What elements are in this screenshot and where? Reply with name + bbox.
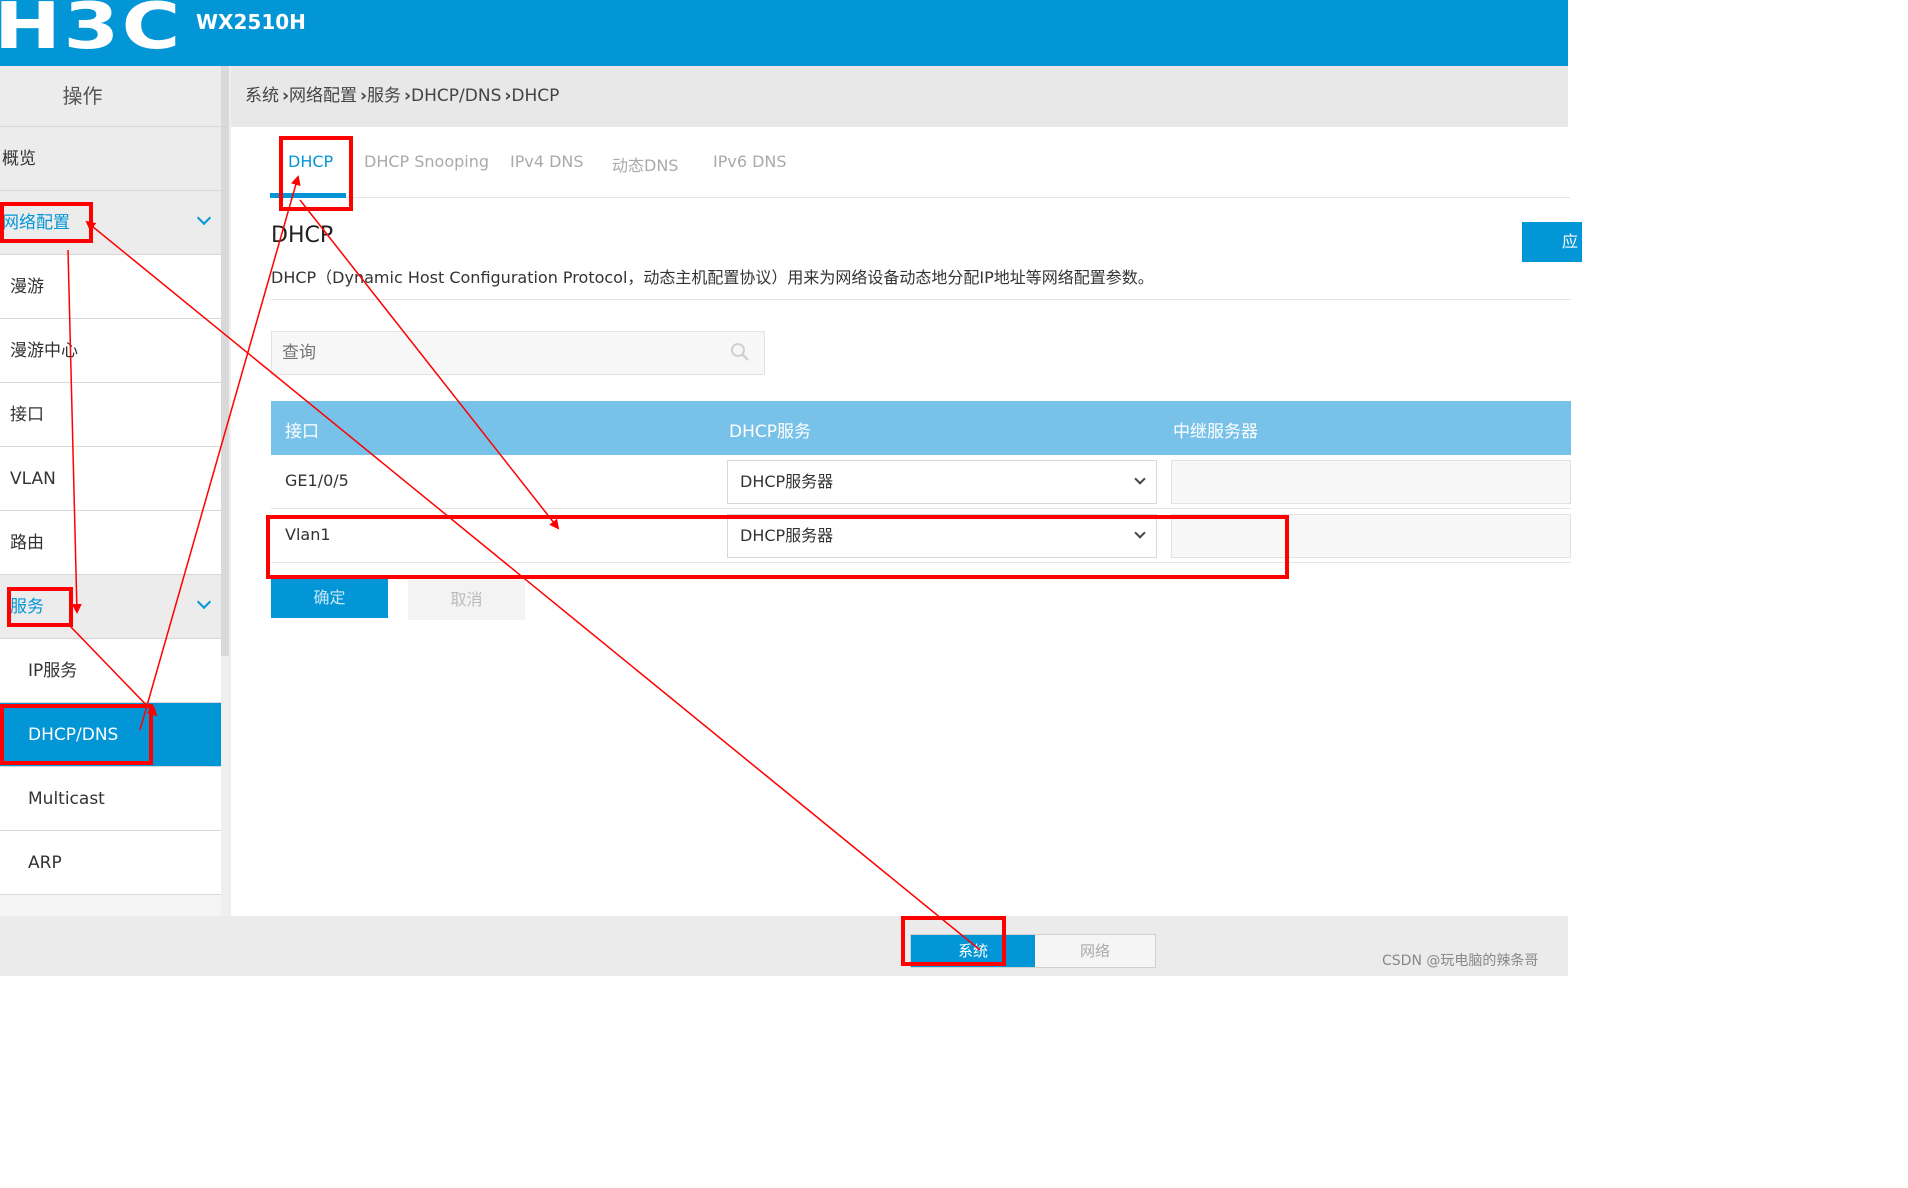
sidebar-item-dhcp-dns[interactable]: DHCP/DNS xyxy=(0,703,221,767)
sidebar-item-label: IP服务 xyxy=(28,661,78,681)
breadcrumb: 系统 ›网络配置 ›服务 ›DHCP/DNS ›DHCP xyxy=(231,66,1568,127)
tab-ipv6-dns[interactable]: IPv6 DNS xyxy=(713,152,787,171)
sidebar-item-label: 接口 xyxy=(10,405,44,425)
chevron-right-icon: › xyxy=(404,86,412,106)
column-header-dhcp-service: DHCP服务 xyxy=(729,422,811,442)
h3c-logo: H3C xyxy=(0,0,183,64)
relay-server-field xyxy=(1171,460,1571,504)
sidebar-item-vlan[interactable]: VLAN xyxy=(0,447,221,511)
view-switch: 系统 网络 xyxy=(910,934,1156,968)
breadcrumb-item[interactable]: 服务 xyxy=(367,86,401,106)
sidebar-item-label: 概览 xyxy=(2,149,36,169)
chevron-right-icon: › xyxy=(282,86,290,106)
sidebar-title: 操作 xyxy=(0,66,221,127)
top-header: H3C WX2510H xyxy=(0,0,1568,66)
select-value: DHCP服务器 xyxy=(740,526,834,545)
tab-ipv4-dns[interactable]: IPv4 DNS xyxy=(510,152,584,171)
sidebar-item-label: DHCP/DNS xyxy=(28,725,119,745)
sidebar-item-label: 网络配置 xyxy=(2,213,70,233)
interface-cell: Vlan1 xyxy=(285,525,331,544)
watermark: CSDN @玩电脑的辣条哥 xyxy=(1382,953,1539,969)
sidebar-item-overview[interactable]: 概览 xyxy=(0,127,221,191)
breadcrumb-item[interactable]: 网络配置 xyxy=(289,86,357,106)
tab-dhcp-snooping[interactable]: DHCP Snooping xyxy=(364,152,489,171)
sidebar-item-services[interactable]: 服务 xyxy=(0,575,221,639)
sidebar-scrollbar[interactable] xyxy=(221,66,229,656)
sidebar-item-multicast[interactable]: Multicast xyxy=(0,767,221,831)
page-description: DHCP（Dynamic Host Configuration Protocol… xyxy=(271,268,1154,287)
cancel-button[interactable]: 取消 xyxy=(408,580,525,620)
chevron-right-icon: › xyxy=(360,86,368,106)
dhcp-service-select[interactable]: DHCP服务器 xyxy=(727,514,1157,558)
sidebar-item-routing[interactable]: 路由 xyxy=(0,511,221,575)
tab-dynamic-dns[interactable]: 动态DNS xyxy=(612,152,678,176)
tab-bar: DHCP DHCP Snooping IPv4 DNS 动态DNS IPv6 D… xyxy=(270,144,1570,198)
sidebar-item-label: VLAN xyxy=(10,469,56,489)
table-row: GE1/0/5 DHCP服务器 xyxy=(271,455,1571,509)
select-value: DHCP服务器 xyxy=(740,472,834,491)
divider xyxy=(271,299,1571,300)
sidebar-item-ip-services[interactable]: IP服务 xyxy=(0,639,221,703)
ok-button[interactable]: 确定 xyxy=(271,578,388,618)
breadcrumb-item[interactable]: DHCP/DNS xyxy=(411,86,501,106)
main-content: 系统 ›网络配置 ›服务 ›DHCP/DNS ›DHCP DHCP DHCP Snoop… xyxy=(231,66,1582,916)
tab-dhcp[interactable]: DHCP xyxy=(288,152,333,171)
chevron-down-icon xyxy=(1134,473,1146,485)
dhcp-table: 接口 DHCP服务 中继服务器 GE1/0/5 DHCP服务器 Vlan1 DH… xyxy=(271,401,1571,563)
sidebar-item-roaming[interactable]: 漫游 xyxy=(0,255,221,319)
search-box xyxy=(271,331,765,375)
chevron-down-icon xyxy=(196,210,212,226)
sidebar-item-network-config[interactable]: 网络配置 xyxy=(0,191,221,255)
page-title: DHCP xyxy=(271,223,334,248)
sidebar: 操作 概览 网络配置 漫游 漫游中心 接口 VLAN 路由 服务 IP服务 DH… xyxy=(0,66,221,916)
sidebar-item-label: 服务 xyxy=(10,597,44,617)
device-model: WX2510H xyxy=(196,10,306,34)
system-view-button[interactable]: 系统 xyxy=(911,935,1035,967)
dhcp-service-select[interactable]: DHCP服务器 xyxy=(727,460,1157,504)
active-tab-indicator xyxy=(270,193,346,198)
footer-bar: 系统 网络 CSDN @玩电脑的辣条哥 xyxy=(0,916,1568,976)
breadcrumb-item[interactable]: 系统 xyxy=(245,86,279,106)
sidebar-item-arp[interactable]: ARP xyxy=(0,831,221,895)
relay-server-field xyxy=(1171,514,1571,558)
chevron-down-icon xyxy=(196,594,212,610)
breadcrumb-item: DHCP xyxy=(511,86,560,106)
sidebar-item-label: 漫游 xyxy=(10,277,44,297)
table-header: 接口 DHCP服务 中继服务器 xyxy=(271,401,1571,455)
sidebar-item-roaming-center[interactable]: 漫游中心 xyxy=(0,319,221,383)
search-icon[interactable] xyxy=(730,342,750,362)
column-header-relay-server: 中继服务器 xyxy=(1173,422,1258,442)
network-view-button[interactable]: 网络 xyxy=(1035,935,1155,967)
apply-button[interactable]: 应 xyxy=(1522,222,1582,262)
interface-cell: GE1/0/5 xyxy=(285,471,349,490)
sidebar-item-label: 漫游中心 xyxy=(10,341,78,361)
search-input[interactable] xyxy=(272,332,712,374)
chevron-down-icon xyxy=(1134,527,1146,539)
sidebar-item-label: 路由 xyxy=(10,533,44,553)
sidebar-item-interface[interactable]: 接口 xyxy=(0,383,221,447)
table-row: Vlan1 DHCP服务器 xyxy=(271,509,1571,563)
sidebar-item-label: Multicast xyxy=(28,789,105,809)
sidebar-item-label: ARP xyxy=(28,853,62,873)
column-header-interface: 接口 xyxy=(285,422,319,442)
